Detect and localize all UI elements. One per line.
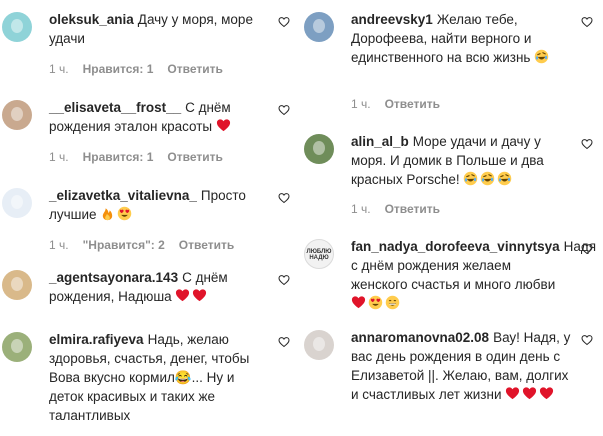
avatar[interactable]: [2, 270, 32, 300]
reply-button[interactable]: Ответить: [385, 202, 440, 216]
comment-body: _elizavetka_vitalievna_ Просто лучшие: [49, 186, 268, 224]
rofl-emoji-icon: [481, 171, 495, 186]
comment-body: _agentsayonara.143 С днём рождения, Надюш…: [49, 268, 268, 306]
avatar[interactable]: [2, 188, 32, 218]
like-heart-icon[interactable]: [278, 274, 290, 286]
avatar-photo: [11, 277, 23, 291]
comment-meta: 1 ч. Нравится: 1 Ответить: [49, 62, 237, 76]
red-heart-emoji-icon: [176, 289, 190, 302]
comment-username[interactable]: _elizavetka_vitalievna_: [49, 188, 197, 203]
comment-item: annaromanovna02.08 Вау! Надя, у вас день …: [302, 328, 603, 418]
comment-likes[interactable]: Нравится: 1: [83, 150, 154, 164]
comment-username[interactable]: alin_al_b: [351, 134, 409, 149]
comment-item: andreevsky1 Желаю тебе, Дорофеева, найти …: [302, 10, 603, 111]
heart-eyes-emoji-icon: [118, 206, 132, 221]
grin-emoji-icon: [385, 295, 400, 310]
comment-body: elmira.rafiyeva Надь, желаю здоровья, сча…: [49, 330, 268, 425]
comment-meta: 1 ч. "Нравится": 2 Ответить: [49, 238, 248, 252]
comment-username[interactable]: elmira.rafiyeva: [49, 332, 144, 347]
avatar-photo: [313, 141, 325, 155]
comment-username[interactable]: annaromanovna02.08: [351, 330, 489, 345]
comment-body: andreevsky1 Желаю тебе, Дорофеева, найти …: [351, 10, 571, 67]
red-heart-emoji-icon: [216, 119, 230, 132]
like-heart-icon[interactable]: [278, 192, 290, 204]
avatar-photo: [313, 337, 325, 351]
fire-emoji-icon: [103, 208, 113, 221]
like-heart-icon[interactable]: [278, 16, 290, 28]
comment-time[interactable]: 1 ч.: [49, 150, 69, 164]
comment-meta: 1 ч. Ответить: [351, 97, 454, 111]
comment-body: __elisaveta__frost__ С днём рождения этал…: [49, 98, 268, 136]
avatar[interactable]: [304, 12, 334, 42]
comment-time[interactable]: 1 ч.: [351, 202, 371, 216]
avatar[interactable]: [304, 134, 334, 164]
comment-body: alin_al_b Море удачи и дачу у моря. И дом…: [351, 132, 571, 189]
comment-item: oleksuk_ania Дачу у моря, море удачи 1 ч. Н…: [0, 10, 300, 100]
avatar[interactable]: [2, 12, 32, 42]
comment-item: __elisaveta__frost__ С днём рождения этал…: [0, 98, 300, 188]
avatar[interactable]: [304, 330, 334, 360]
reply-button[interactable]: Ответить: [385, 97, 440, 111]
heart-eyes-emoji-icon: [368, 295, 383, 310]
comment-body: annaromanovna02.08 Вау! Надя, у вас день …: [351, 328, 571, 404]
comment-username[interactable]: fan_nadya_dorofeeva_vinnytsya: [351, 239, 560, 254]
avatar-photo: [11, 107, 23, 121]
comment-body: fan_nadya_dorofeeva_vinnytsya Надя с днём…: [351, 237, 596, 313]
red-heart-emoji-icon: [523, 387, 537, 400]
avatar[interactable]: ЛЮБЛЮ НАДЮ: [304, 239, 334, 269]
comment-username[interactable]: _agentsayonara.143: [49, 270, 178, 285]
reply-button[interactable]: Ответить: [167, 62, 222, 76]
comment-meta: 1 ч. Нравится: 1 Ответить: [49, 150, 237, 164]
comment-username[interactable]: oleksuk_ania: [49, 12, 134, 27]
comment-item: elmira.rafiyeva Надь, желаю здоровья, сча…: [0, 330, 300, 423]
comment-username[interactable]: andreevsky1: [351, 12, 433, 27]
like-heart-icon[interactable]: [581, 334, 593, 346]
comment-time[interactable]: 1 ч.: [49, 62, 69, 76]
like-heart-icon[interactable]: [581, 243, 593, 255]
red-heart-emoji-icon: [506, 387, 520, 400]
reply-button[interactable]: Ответить: [167, 150, 222, 164]
avatar-photo: [11, 195, 23, 209]
avatar[interactable]: [2, 332, 32, 362]
avatar-photo: [11, 339, 23, 353]
comment-item: alin_al_b Море удачи и дачу у моря. И дом…: [302, 132, 603, 222]
like-heart-icon[interactable]: [581, 16, 593, 28]
rofl-emoji-icon: [498, 171, 512, 186]
avatar-photo: [313, 19, 325, 33]
reply-button[interactable]: Ответить: [179, 238, 234, 252]
red-heart-emoji-icon: [193, 289, 207, 302]
comment-time[interactable]: 1 ч.: [351, 97, 371, 111]
rofl-emoji-icon: [534, 49, 549, 64]
comment-likes[interactable]: "Нравится": 2: [83, 238, 165, 252]
avatar-logo-text: ЛЮБЛЮ НАДЮ: [306, 249, 332, 261]
like-heart-icon[interactable]: [581, 138, 593, 150]
red-heart-emoji-icon: [540, 387, 554, 400]
comment-meta: 1 ч. Ответить: [351, 202, 454, 216]
comment-likes[interactable]: Нравится: 1: [83, 62, 154, 76]
comment-body: oleksuk_ania Дачу у моря, море удачи: [49, 10, 268, 48]
comment-time[interactable]: 1 ч.: [49, 238, 69, 252]
like-heart-icon[interactable]: [278, 336, 290, 348]
avatar-photo: [11, 19, 23, 33]
comment-username[interactable]: __elisaveta__frost__: [49, 100, 181, 115]
red-heart-emoji-icon: [351, 296, 366, 309]
comment-item: ЛЮБЛЮ НАДЮ fan_nadya_dorofeeva_vinnytsya Н…: [302, 237, 603, 327]
avatar[interactable]: [2, 100, 32, 130]
comment-item: _elizavetka_vitalievna_ Просто лучшие 1 ч…: [0, 186, 300, 276]
like-heart-icon[interactable]: [278, 104, 290, 116]
rofl-emoji-icon: [464, 171, 478, 186]
